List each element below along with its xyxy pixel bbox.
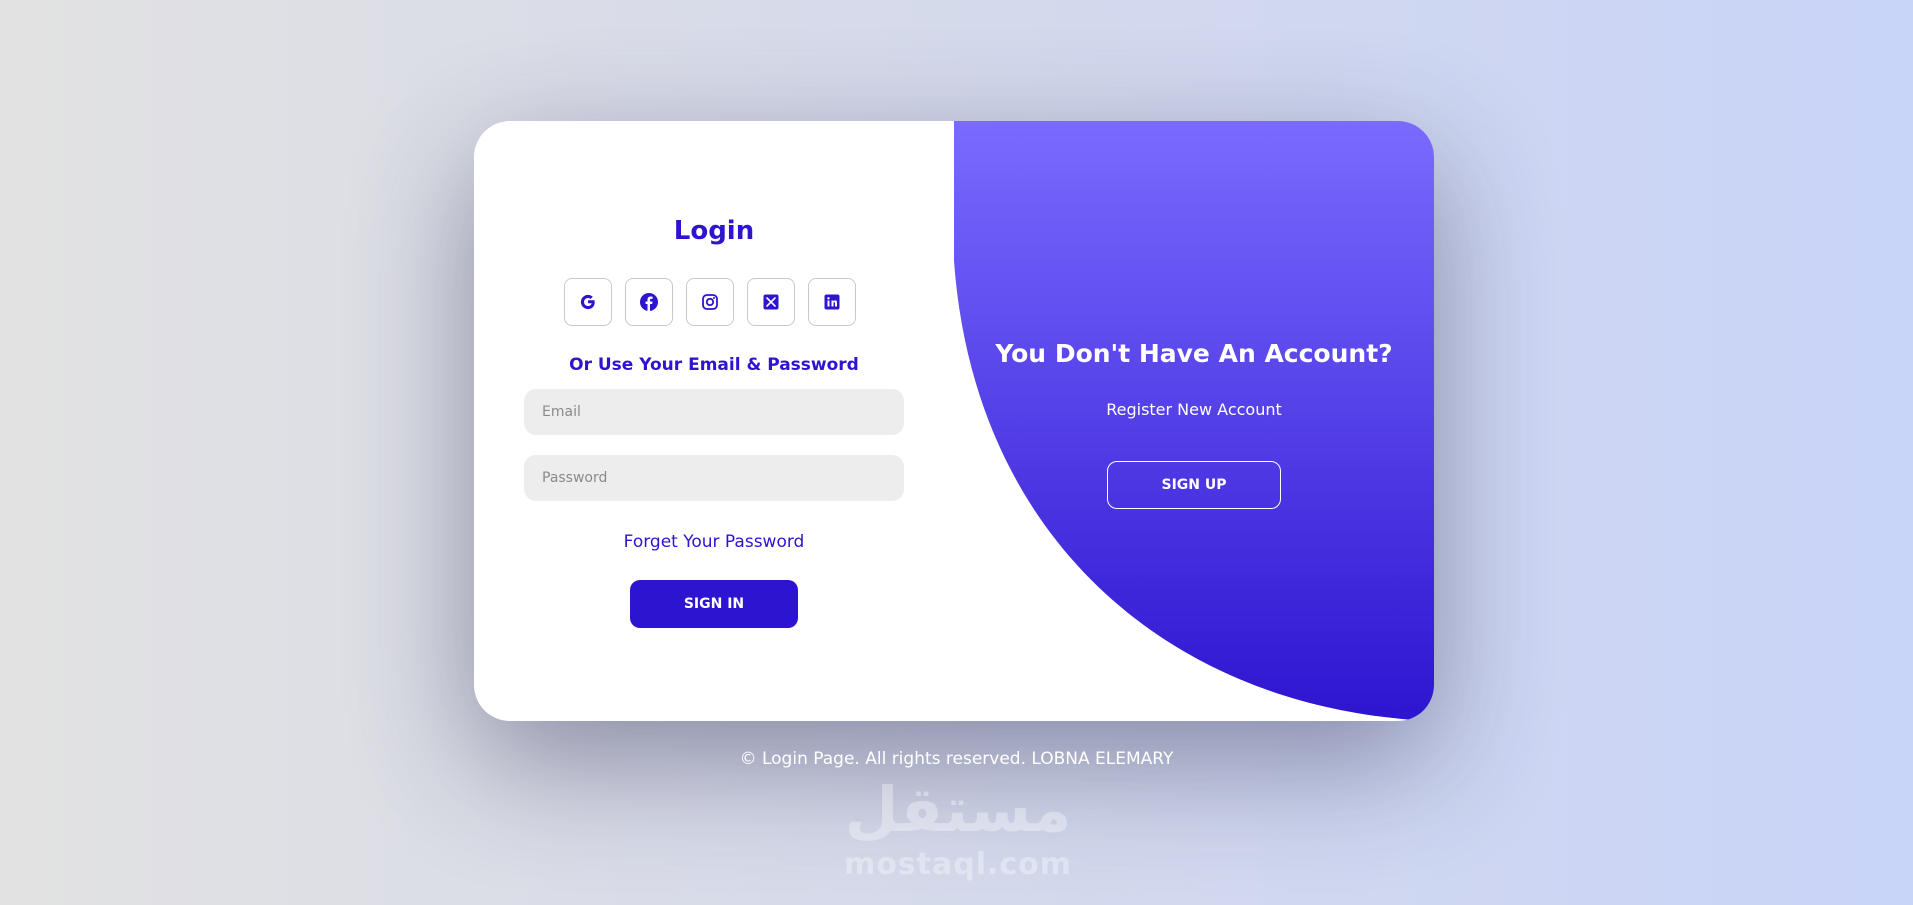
watermark-arabic: مستقل — [844, 773, 1072, 846]
social-login-buttons — [564, 278, 856, 326]
linkedin-icon — [824, 294, 840, 310]
email-login-prompt: Or Use Your Email & Password — [569, 355, 859, 375]
facebook-login-button[interactable] — [625, 278, 673, 326]
sign-up-button[interactable]: SIGN UP — [1107, 461, 1281, 509]
linkedin-login-button[interactable] — [808, 278, 856, 326]
instagram-icon — [702, 294, 718, 310]
google-icon — [580, 294, 595, 310]
login-card: Login Or Use Your Email & Password Email… — [474, 121, 1434, 721]
login-section: Login Or Use Your Email & Password Email… — [474, 121, 954, 721]
login-title: Login — [673, 216, 755, 246]
sign-in-button[interactable]: SIGN IN — [630, 580, 798, 628]
google-login-button[interactable] — [564, 278, 612, 326]
facebook-icon — [640, 293, 658, 311]
register-subtitle: Register New Account — [1106, 400, 1282, 419]
register-title: You Don't Have An Account? — [995, 339, 1393, 368]
register-section: You Don't Have An Account? Register New … — [954, 121, 1434, 721]
x-login-button[interactable] — [747, 278, 795, 326]
footer-copyright: © Login Page. All rights reserved. LOBNA… — [739, 749, 1174, 769]
password-input[interactable] — [524, 455, 904, 501]
watermark-logo: مستقل mostaql.com — [838, 775, 1078, 885]
email-input[interactable] — [524, 389, 904, 435]
instagram-login-button[interactable] — [686, 278, 734, 326]
x-icon — [763, 294, 779, 310]
forget-password-link[interactable]: Forget Your Password — [474, 532, 954, 552]
watermark-latin: mostaql.com — [843, 847, 1073, 882]
